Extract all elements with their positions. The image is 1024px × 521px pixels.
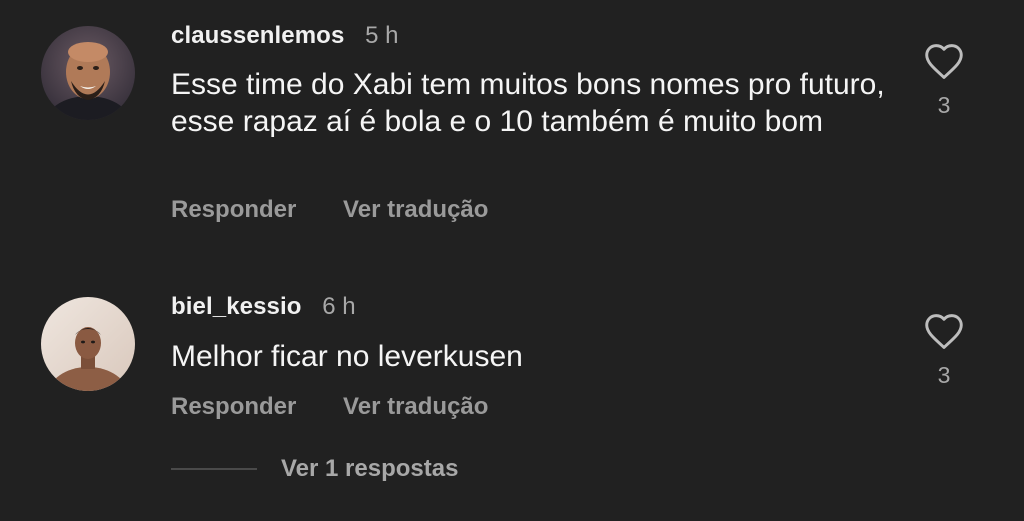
username[interactable]: biel_kessio	[171, 293, 302, 320]
comment-text: Melhor ficar no leverkusen	[171, 340, 523, 373]
translate-button[interactable]: Ver tradução	[343, 393, 488, 420]
view-replies-label: Ver 1 respostas	[281, 455, 459, 482]
avatar[interactable]	[41, 297, 135, 391]
comment-actions: Responder Ver tradução	[171, 393, 488, 421]
heart-outline-icon[interactable]	[923, 42, 965, 80]
comment-meta: claussenlemos 5 h	[171, 22, 398, 50]
like-count: 3	[937, 92, 951, 118]
translate-button[interactable]: Ver tradução	[343, 196, 488, 223]
like-count: 3	[937, 362, 951, 388]
like-control: 3	[922, 42, 966, 119]
username[interactable]: claussenlemos	[171, 22, 344, 49]
avatar[interactable]	[41, 26, 135, 120]
like-control: 3	[922, 312, 966, 389]
reply-button[interactable]: Responder	[171, 393, 296, 420]
comment-actions: Responder Ver tradução	[171, 196, 488, 224]
avatar-image	[41, 297, 135, 391]
view-replies-button[interactable]: Ver 1 respostas	[171, 455, 458, 483]
heart-outline-icon[interactable]	[923, 312, 965, 350]
replies-divider	[171, 468, 257, 470]
reply-button[interactable]: Responder	[171, 196, 296, 223]
comment-text: Esse time do Xabi tem muitos bons nomes …	[171, 68, 885, 138]
timestamp: 6 h	[322, 293, 356, 320]
comments-list: claussenlemos 5 h Esse time do Xabi tem …	[0, 0, 1024, 521]
comment-meta: biel_kessio 6 h	[171, 293, 356, 321]
avatar-image	[41, 26, 135, 120]
timestamp: 5 h	[365, 22, 399, 49]
